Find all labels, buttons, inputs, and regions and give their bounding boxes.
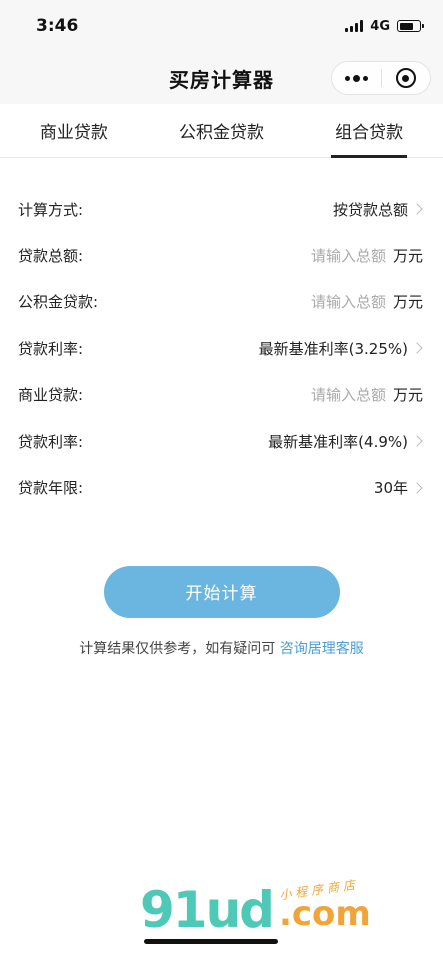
- customer-service-link[interactable]: 咨询居理客服: [280, 641, 364, 657]
- loan-form: 计算方式: 按贷款总额 贷款总额: 请输入总额 万元 公积金贷款: 请输入总额 …: [0, 158, 443, 511]
- calc-method-label: 计算方式:: [18, 200, 84, 219]
- calc-method-row[interactable]: 计算方式: 按贷款总额: [0, 186, 443, 232]
- loan-type-tabs: 商业贷款 公积金贷款 组合贷款: [0, 104, 443, 158]
- chevron-right-icon: [411, 481, 423, 494]
- provident-loan-label: 公积金贷款:: [18, 293, 99, 312]
- home-indicator[interactable]: [144, 939, 278, 944]
- more-button[interactable]: [332, 62, 381, 94]
- network-type: 4G: [370, 18, 390, 34]
- loan-total-row: 贷款总额: 请输入总额 万元: [0, 232, 443, 278]
- chevron-right-icon: [411, 203, 423, 215]
- loan-term-value: 30年: [373, 479, 408, 498]
- watermark-logo: 91ud: [140, 881, 275, 939]
- commercial-loan-row: 商业贷款: 请输入总额 万元: [0, 372, 443, 418]
- provident-rate-row[interactable]: 贷款利率: 最新基准利率(3.25%): [0, 325, 443, 371]
- provident-rate-label: 贷款利率:: [18, 339, 84, 358]
- close-mini-program-button[interactable]: [382, 62, 431, 94]
- disclaimer-text: 计算结果仅供参考，如有疑问可: [79, 640, 280, 657]
- tab-commercial-loan[interactable]: 商业贷款: [0, 104, 148, 157]
- calc-method-value: 按贷款总额: [332, 200, 408, 219]
- watermark-domain: .com: [278, 894, 371, 934]
- commercial-loan-input[interactable]: 请输入总额: [311, 384, 386, 405]
- provident-loan-input[interactable]: 请输入总额: [311, 291, 386, 312]
- loan-term-row[interactable]: 贷款年限: 30年: [0, 464, 443, 510]
- chevron-right-icon: [411, 435, 423, 447]
- loan-total-label: 贷款总额:: [18, 247, 84, 266]
- status-bar: 3:46 4G: [0, 0, 443, 52]
- tab-provident-fund-loan[interactable]: 公积金贷款: [148, 104, 296, 157]
- nav-bar: 买房计算器: [0, 52, 443, 104]
- provident-rate-value: 最新基准利率(3.25%): [258, 339, 408, 358]
- loan-term-label: 贷款年限:: [18, 479, 84, 498]
- mini-program-capsule: [331, 61, 431, 95]
- more-dots-icon: [344, 74, 368, 82]
- watermark: 91ud 小程序商店 .com: [140, 877, 371, 939]
- status-indicators: 4G: [345, 18, 424, 34]
- commercial-loan-unit: 万元: [392, 386, 423, 405]
- cellular-signal-icon: [345, 20, 364, 32]
- battery-icon: [397, 20, 424, 32]
- loan-total-input[interactable]: 请输入总额: [311, 245, 386, 266]
- commercial-rate-row[interactable]: 贷款利率: 最新基准利率(4.9%): [0, 418, 443, 464]
- provident-loan-row: 公积金贷款: 请输入总额 万元: [0, 279, 443, 325]
- commercial-rate-label: 贷款利率:: [18, 432, 84, 451]
- loan-total-unit: 万元: [392, 247, 423, 266]
- target-close-icon: [395, 68, 416, 88]
- disclaimer: 计算结果仅供参考，如有疑问可 咨询居理客服: [0, 638, 443, 658]
- page-title: 买房计算器: [169, 67, 274, 92]
- chevron-right-icon: [411, 342, 423, 355]
- tab-combined-loan[interactable]: 组合贷款: [295, 104, 443, 157]
- start-calculation-button[interactable]: 开始计算: [103, 565, 340, 618]
- commercial-rate-value: 最新基准利率(4.9%): [268, 432, 408, 451]
- commercial-loan-label: 商业贷款:: [18, 386, 84, 405]
- status-time: 3:46: [36, 16, 79, 36]
- provident-loan-unit: 万元: [392, 293, 423, 312]
